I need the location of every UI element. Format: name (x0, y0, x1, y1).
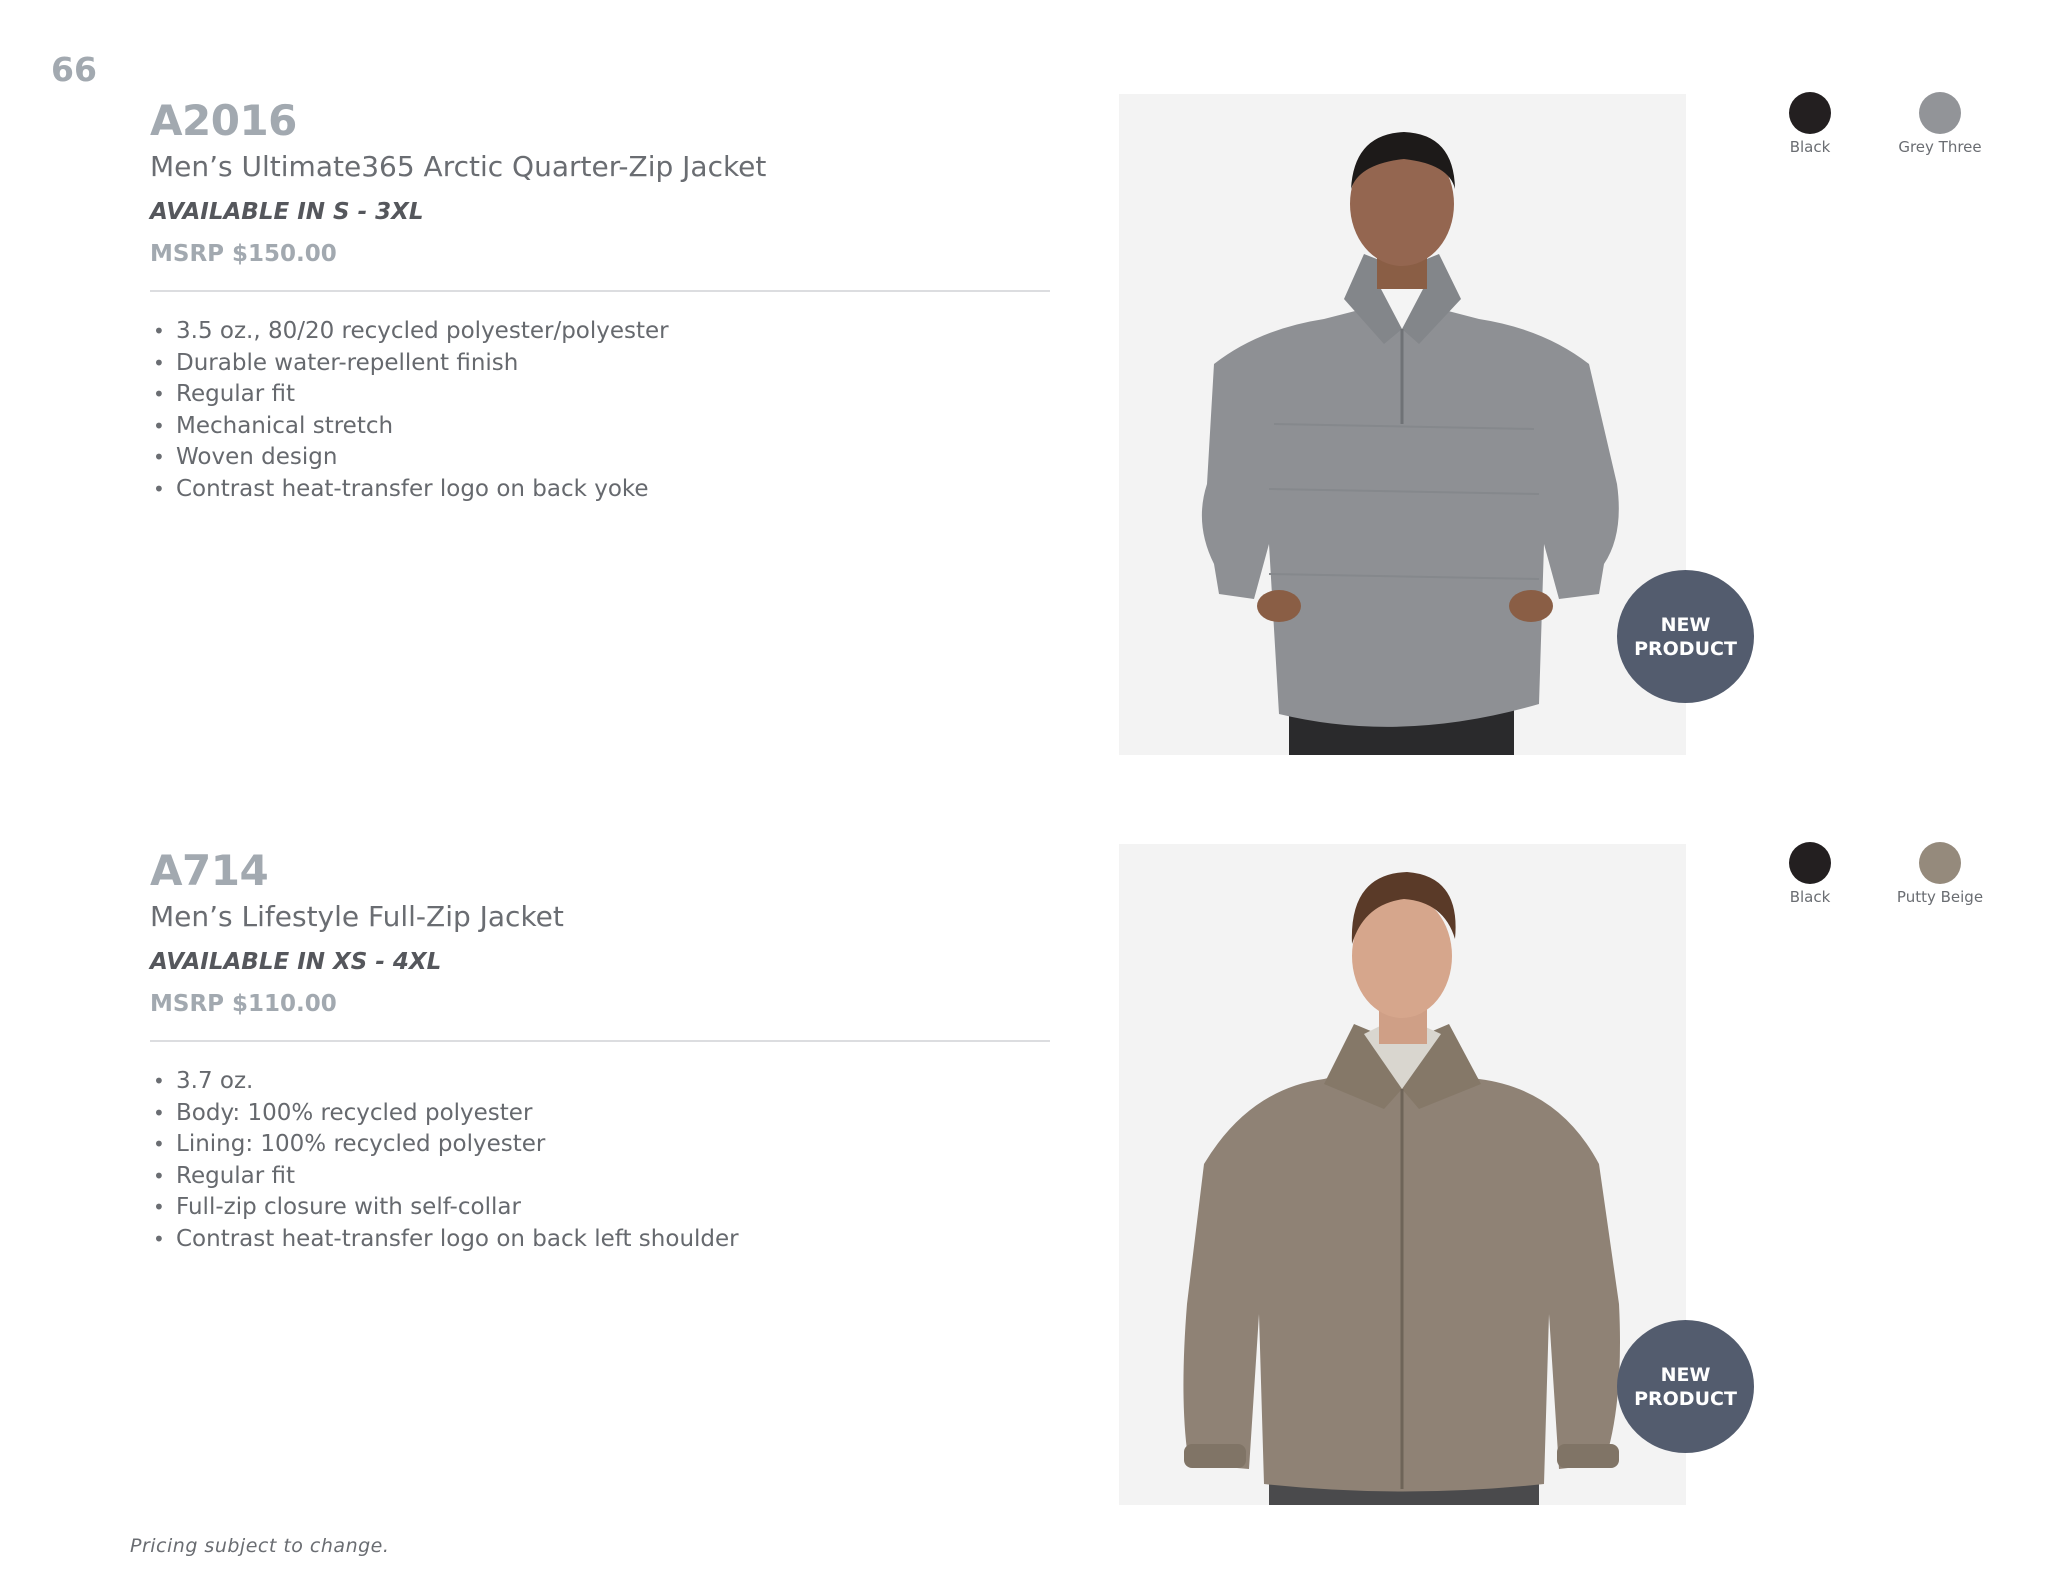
feature-item: • Regular fit (150, 1161, 739, 1193)
product-name: Men’s Lifestyle Full-Zip Jacket (150, 900, 564, 933)
bullet-icon: • (153, 1069, 165, 1093)
bullet-icon: • (153, 319, 165, 343)
feature-item: • Lining: 100% recycled polyester (150, 1129, 739, 1161)
product-photo (1119, 844, 1686, 1505)
bullet-icon: • (153, 1100, 165, 1125)
bullet-icon: • (153, 1132, 165, 1156)
swatch-dot (1919, 92, 1961, 134)
product-name: Men’s Ultimate365 Arctic Quarter-Zip Jac… (150, 150, 767, 183)
feature-item: • Full-zip closure with self-collar (150, 1192, 739, 1224)
swatch-label: Grey Three (1898, 138, 1982, 156)
jacket-shape (1201, 299, 1619, 727)
product-price: MSRP $110.00 (150, 991, 337, 1017)
swatch-label: Putty Beige (1896, 888, 1984, 906)
feature-item: • Contrast heat-transfer logo on back lef… (150, 1224, 739, 1256)
product-price: MSRP $150.00 (150, 241, 337, 267)
feature-item: • 3.5 oz., 80/20 recycled polyester/polye… (150, 316, 669, 348)
bullet-icon: • (153, 1195, 165, 1219)
product-availability: AVAILABLE IN XS - 4XL (150, 949, 442, 975)
color-swatch-putty-beige: Putty Beige (1860, 842, 2020, 906)
bullet-icon: • (153, 1226, 165, 1251)
feature-item: • Regular fit (150, 379, 669, 411)
pricing-disclaimer: Pricing subject to change. (130, 1535, 390, 1557)
divider (150, 290, 1050, 292)
bullet-icon: • (153, 350, 165, 375)
new-product-badge: NEW PRODUCT (1617, 570, 1754, 703)
feature-item: • 3.7 oz. (150, 1066, 739, 1098)
feature-item: • Durable water-repellent finish (150, 348, 669, 380)
bullet-icon: • (153, 1163, 165, 1188)
swatch-dot (1919, 842, 1961, 884)
bullet-icon: • (153, 445, 165, 469)
bullet-icon: • (153, 413, 165, 438)
product-a714: A714 Men’s Lifestyle Full-Zip Jacket AVA… (0, 750, 2048, 1505)
model-full-zip-illustration (1183, 872, 1620, 1505)
new-product-badge: NEW PRODUCT (1617, 1320, 1754, 1453)
swatch-dot (1789, 92, 1831, 134)
bullet-icon: • (153, 476, 165, 501)
product-sku: A714 (150, 846, 269, 895)
product-a2016: A2016 Men’s Ultimate365 Arctic Quarter-Z… (0, 0, 2048, 755)
product-photo (1119, 94, 1686, 755)
divider (150, 1040, 1050, 1042)
feature-item: • Body: 100% recycled polyester (150, 1098, 739, 1130)
bullet-icon: • (153, 382, 165, 406)
feature-item: • Mechanical stretch (150, 411, 669, 443)
feature-item: • Contrast heat-transfer logo on back yok… (150, 474, 669, 506)
color-swatch-grey-three: Grey Three (1860, 92, 2020, 156)
swatch-dot (1789, 842, 1831, 884)
product-sku: A2016 (150, 96, 297, 145)
product-availability: AVAILABLE IN S - 3XL (150, 199, 424, 225)
feature-item: • Woven design (150, 442, 669, 474)
feature-list: • 3.5 oz., 80/20 recycled polyester/polye… (150, 316, 669, 505)
feature-list: • 3.7 oz. • Body: 100% recycled polyester … (150, 1066, 739, 1255)
model-quarter-zip-illustration (1201, 132, 1619, 755)
